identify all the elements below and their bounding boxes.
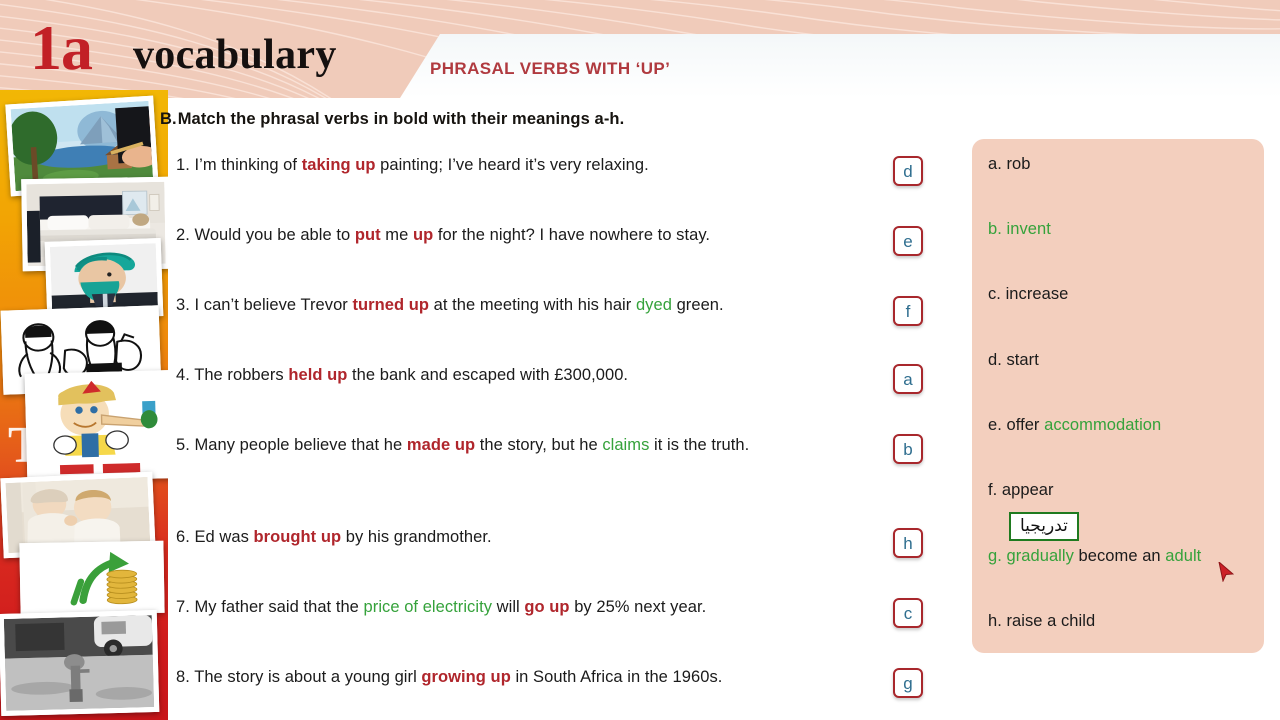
question-text: The robbers	[194, 366, 289, 384]
meaning-label: h.	[988, 612, 1007, 630]
phrasal-verb: held up	[288, 366, 348, 384]
pinocchio-photo	[24, 370, 168, 482]
glossed-word: dyed	[635, 296, 672, 314]
question-number: 4.	[176, 366, 195, 384]
question-text: for the night? I have nowhere to stay.	[433, 226, 711, 244]
phrasal-verb: brought up	[253, 528, 342, 546]
meaning-text: rob	[1006, 155, 1031, 173]
section-title: PHRASAL VERBS WITH ‘UP’	[430, 59, 671, 78]
answer-box[interactable]: g	[893, 668, 923, 698]
meaning-item[interactable]: d. start	[988, 351, 1039, 370]
question-item: 8. The story is about a young girl growi…	[176, 664, 876, 690]
meaning-label: e.	[988, 416, 1007, 434]
meaning-item[interactable]: h. raise a child	[988, 612, 1095, 631]
question-text: I’m thinking of	[194, 156, 302, 174]
phrasal-verb: go up	[524, 598, 570, 616]
answer-box[interactable]: a	[893, 364, 923, 394]
meaning-item[interactable]: b. invent	[988, 220, 1051, 239]
question-item: 2. Would you be able to put me up for th…	[176, 222, 876, 248]
phrasal-verb: turned up	[352, 296, 430, 314]
glossed-word: adult	[1165, 547, 1202, 565]
question-number: 1.	[176, 156, 195, 174]
meaning-text: offer	[1006, 416, 1045, 434]
meaning-label: b.	[988, 220, 1007, 238]
question-number: 5.	[176, 436, 195, 454]
question-number: 8.	[176, 668, 195, 686]
question-text: painting; I’ve heard it’s very relaxing.	[375, 156, 649, 174]
meaning-label: g.	[988, 547, 1007, 565]
answer-box[interactable]: f	[893, 296, 923, 326]
question-text: My father said that the	[194, 598, 364, 616]
question-item: 1. I’m thinking of taking up painting; I…	[176, 152, 876, 178]
question-item: 6. Ed was brought up by his grandmother.	[176, 524, 876, 550]
question-item: 4. The robbers held up the bank and esca…	[176, 362, 876, 388]
worksheet-page: 1a vocabulary PHRASAL VERBS WITH ‘UP’ TH	[0, 0, 1280, 720]
exercise-letter: B.	[160, 110, 177, 128]
question-text: the story, but he	[475, 436, 603, 454]
meaning-text: appear	[1001, 481, 1054, 499]
meaning-item[interactable]: e. offer accommodation	[988, 416, 1161, 435]
phrasal-verb: made up	[406, 436, 476, 454]
question-number: 3.	[176, 296, 195, 314]
phrasal-verb: up	[412, 226, 434, 244]
meaning-text: increase	[1005, 285, 1069, 303]
glossed-word: price of electricity	[363, 598, 493, 616]
meaning-item[interactable]: a. rob	[988, 155, 1031, 174]
question-text: Many people believe that he	[194, 436, 407, 454]
question-number: 7.	[176, 598, 195, 616]
photo-rail: TH	[0, 90, 168, 720]
meaning-label: c.	[988, 285, 1006, 303]
answer-box[interactable]: d	[893, 156, 923, 186]
meaning-label: a.	[988, 155, 1007, 173]
page-header: 1a vocabulary PHRASAL VERBS WITH ‘UP’	[0, 0, 1280, 98]
question-text: will	[492, 598, 525, 616]
question-text: I can’t believe Trevor	[194, 296, 353, 314]
question-number: 6.	[176, 528, 195, 546]
question-text: at the meeting with his hair	[429, 296, 636, 314]
meaning-item[interactable]: f. appear	[988, 481, 1054, 500]
meaning-label: d.	[988, 351, 1007, 369]
question-text: me	[380, 226, 413, 244]
meaning-text: start	[1006, 351, 1039, 369]
question-item: 3. I can’t believe Trevor turned up at t…	[176, 292, 876, 318]
translation-tooltip: تدريجيا	[1009, 512, 1079, 541]
question-text: by 25% next year.	[569, 598, 707, 616]
answer-box[interactable]: e	[893, 226, 923, 256]
meaning-text: become an	[1073, 547, 1166, 565]
question-text: in South Africa in the 1960s.	[510, 668, 723, 686]
answer-box[interactable]: h	[893, 528, 923, 558]
glossed-word: invent	[1006, 220, 1051, 238]
question-text: by his grandmother.	[341, 528, 492, 546]
question-item: 7. My father said that the price of elec…	[176, 594, 876, 620]
question-text: The story is about a young girl	[194, 668, 422, 686]
question-text: the bank and escaped with £300,000.	[347, 366, 629, 384]
question-number: 2.	[176, 226, 195, 244]
answer-box[interactable]: b	[893, 434, 923, 464]
meaning-item[interactable]: g. gradually become an adult	[988, 547, 1201, 566]
question-text: Ed was	[194, 528, 254, 546]
phrasal-verb: put	[354, 226, 381, 244]
arrow-cursor-icon	[1218, 562, 1234, 582]
exercise-instruction: B.Match the phrasal verbs in bold with t…	[160, 110, 880, 129]
girl-street-bw-photo	[0, 609, 160, 717]
question-text: green.	[671, 296, 724, 314]
glossed-word: accommodation	[1044, 416, 1162, 434]
glossed-word: gradually	[1006, 547, 1074, 565]
unit-subject-title: vocabulary	[133, 32, 337, 78]
unit-number: 1a	[30, 12, 93, 83]
phrasal-verb: growing up	[421, 668, 511, 686]
question-item: 5. Many people believe that he made up t…	[176, 432, 876, 458]
rising-coins-photo	[19, 540, 165, 616]
answer-box[interactable]: c	[893, 598, 923, 628]
meaning-text: raise a child	[1006, 612, 1096, 630]
phrasal-verb: taking up	[301, 156, 376, 174]
glossed-word: claims	[602, 436, 650, 454]
exercise-instruction-text: Match the phrasal verbs in bold with the…	[177, 110, 625, 128]
question-text: Would you be able to	[194, 226, 355, 244]
question-text: it is the truth.	[649, 436, 750, 454]
meaning-label: f.	[988, 481, 1002, 499]
meaning-item[interactable]: c. increase	[988, 285, 1068, 304]
